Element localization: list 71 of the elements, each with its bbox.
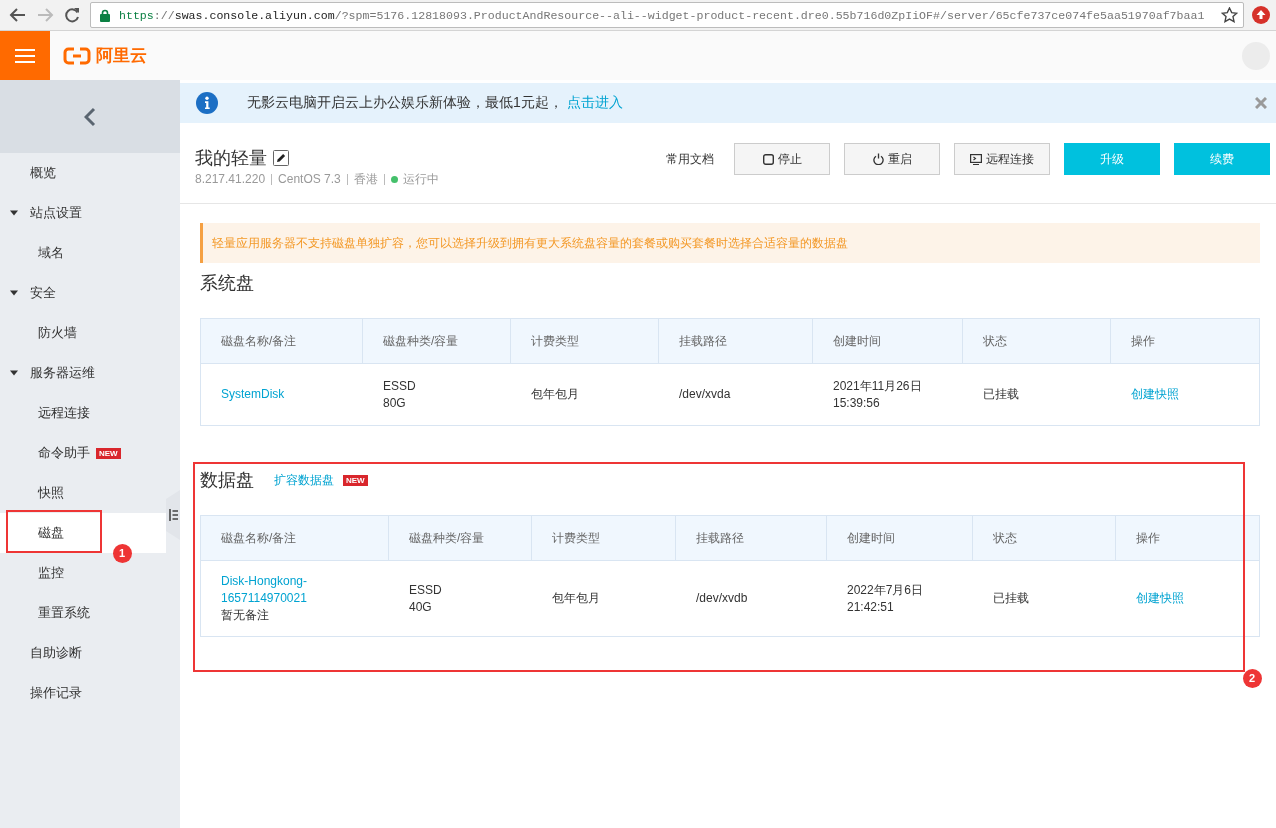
column-header: 挂载路径	[659, 319, 813, 363]
menu-icon	[15, 47, 35, 64]
pencil-icon	[273, 150, 289, 166]
table-cell-text: 包年包月	[551, 590, 601, 607]
step-marker: 2	[1242, 668, 1262, 688]
sidebar-item[interactable]: 概览	[0, 153, 166, 193]
sidebar-item[interactable]: 命令助手 NEW	[0, 433, 166, 473]
sidebar-item[interactable]: 站点设置	[0, 193, 166, 233]
column-header: 创建时间	[827, 516, 973, 560]
column-header: 状态	[963, 319, 1111, 363]
region-text: 香港	[353, 170, 378, 188]
remark-text: 暂无备注	[221, 607, 269, 624]
table-cell-text: 2022年7月6日 21:42:51	[846, 581, 925, 616]
info-icon	[196, 92, 218, 114]
table-cell-text: 已挂载	[982, 386, 1020, 403]
column-header: 磁盘种类/容量	[363, 319, 511, 363]
table-cell-text: /dev/xvda	[678, 386, 732, 403]
table-cell-text: ESSD 40G	[408, 581, 443, 616]
instance-title: 我的轻量	[195, 147, 267, 170]
remote-button[interactable]: 远程连接	[954, 143, 1050, 175]
power-icon	[872, 153, 884, 165]
monitor-icon	[970, 153, 982, 165]
column-header: 计费类型	[511, 319, 659, 363]
logo-icon	[63, 46, 91, 65]
lock-icon	[100, 8, 110, 22]
sidebar-item[interactable]: 防火墙	[0, 313, 166, 353]
url-text: https://swas.console.aliyun.com/?spm=5176.12818093.ProductAndResource--ali--widget-product-recent.dre0.55b716d0ZpIiOF#/server/65cfe737ce074fe5aa51970af7baa1	[119, 8, 1206, 22]
list-icon	[168, 509, 178, 521]
sidebar-item[interactable]: 快照	[0, 473, 166, 513]
stop-button[interactable]: 停止	[734, 143, 830, 175]
status-text: 运行中	[402, 170, 439, 188]
os-version: CentOS 7.3	[278, 172, 341, 186]
menu-button[interactable]	[0, 31, 50, 80]
restart-button[interactable]: 重启	[844, 143, 940, 175]
table-cell-text: ESSD 80G	[382, 377, 417, 412]
column-header: 操作	[1135, 529, 1161, 547]
new-badge: NEW	[96, 447, 121, 459]
table-cell-text: 包年包月	[530, 386, 580, 403]
sidebar-item[interactable]: 远程连接	[0, 393, 166, 433]
sidebar-item[interactable]: 服务器运维	[0, 353, 166, 393]
ip-address: 8.217.41.220	[195, 172, 266, 186]
banner-text: 无影云电脑开启云上办公娱乐新体验，最低1元起，	[247, 94, 563, 112]
table-cell-text: /dev/xvdb	[695, 590, 749, 607]
column-header: 创建时间	[813, 319, 963, 363]
notice-text: 轻量应用服务器不支持磁盘单独扩容，您可以选择升级到拥有更大系统盘容量的套餐或购买套餐时选择合适容量的数据盘	[212, 234, 848, 252]
table-cell-text: 已挂载	[992, 590, 1030, 607]
section-title: 数据盘	[200, 469, 254, 492]
column-header: 操作	[1130, 332, 1156, 350]
sidebar-item[interactable]: 域名	[0, 233, 166, 273]
address-bar[interactable]: https://swas.console.aliyun.com/?spm=5176.12818093.ProductAndResource--ali--widget-product-recent.dre0.55b716d0ZpIiOF#/server/65cfe737ce074fe5aa51970af7baa1	[90, 2, 1244, 28]
square-icon	[762, 153, 774, 165]
sidebar-item[interactable]: 操作记录	[0, 673, 166, 713]
chevron-left-icon[interactable]	[84, 106, 96, 127]
sidebar-item[interactable]: 重置系统	[0, 593, 166, 633]
column-header: 磁盘名称/备注	[201, 319, 363, 363]
reload-icon[interactable]	[64, 7, 80, 23]
arrow-up-icon[interactable]	[1252, 6, 1270, 24]
column-header: 磁盘名称/备注	[201, 516, 389, 560]
column-header: 状态	[973, 516, 1116, 560]
table-cell-text: 2021年11月26日 15:39:56	[832, 377, 923, 412]
column-header: 计费类型	[532, 516, 676, 560]
column-header: 磁盘种类/容量	[389, 516, 532, 560]
edit-button[interactable]	[273, 150, 289, 166]
section-title: 系统盘	[200, 272, 254, 295]
new-badge: NEW	[343, 474, 368, 486]
sidebar-item[interactable]: 安全	[0, 273, 166, 313]
back-icon[interactable]	[9, 7, 27, 23]
bookmark-star-icon[interactable]	[1221, 7, 1238, 23]
sidebar-item[interactable]: 自助诊断	[0, 633, 166, 673]
docs-link[interactable]: 常用文档	[666, 143, 714, 175]
column-header: 挂载路径	[676, 516, 827, 560]
